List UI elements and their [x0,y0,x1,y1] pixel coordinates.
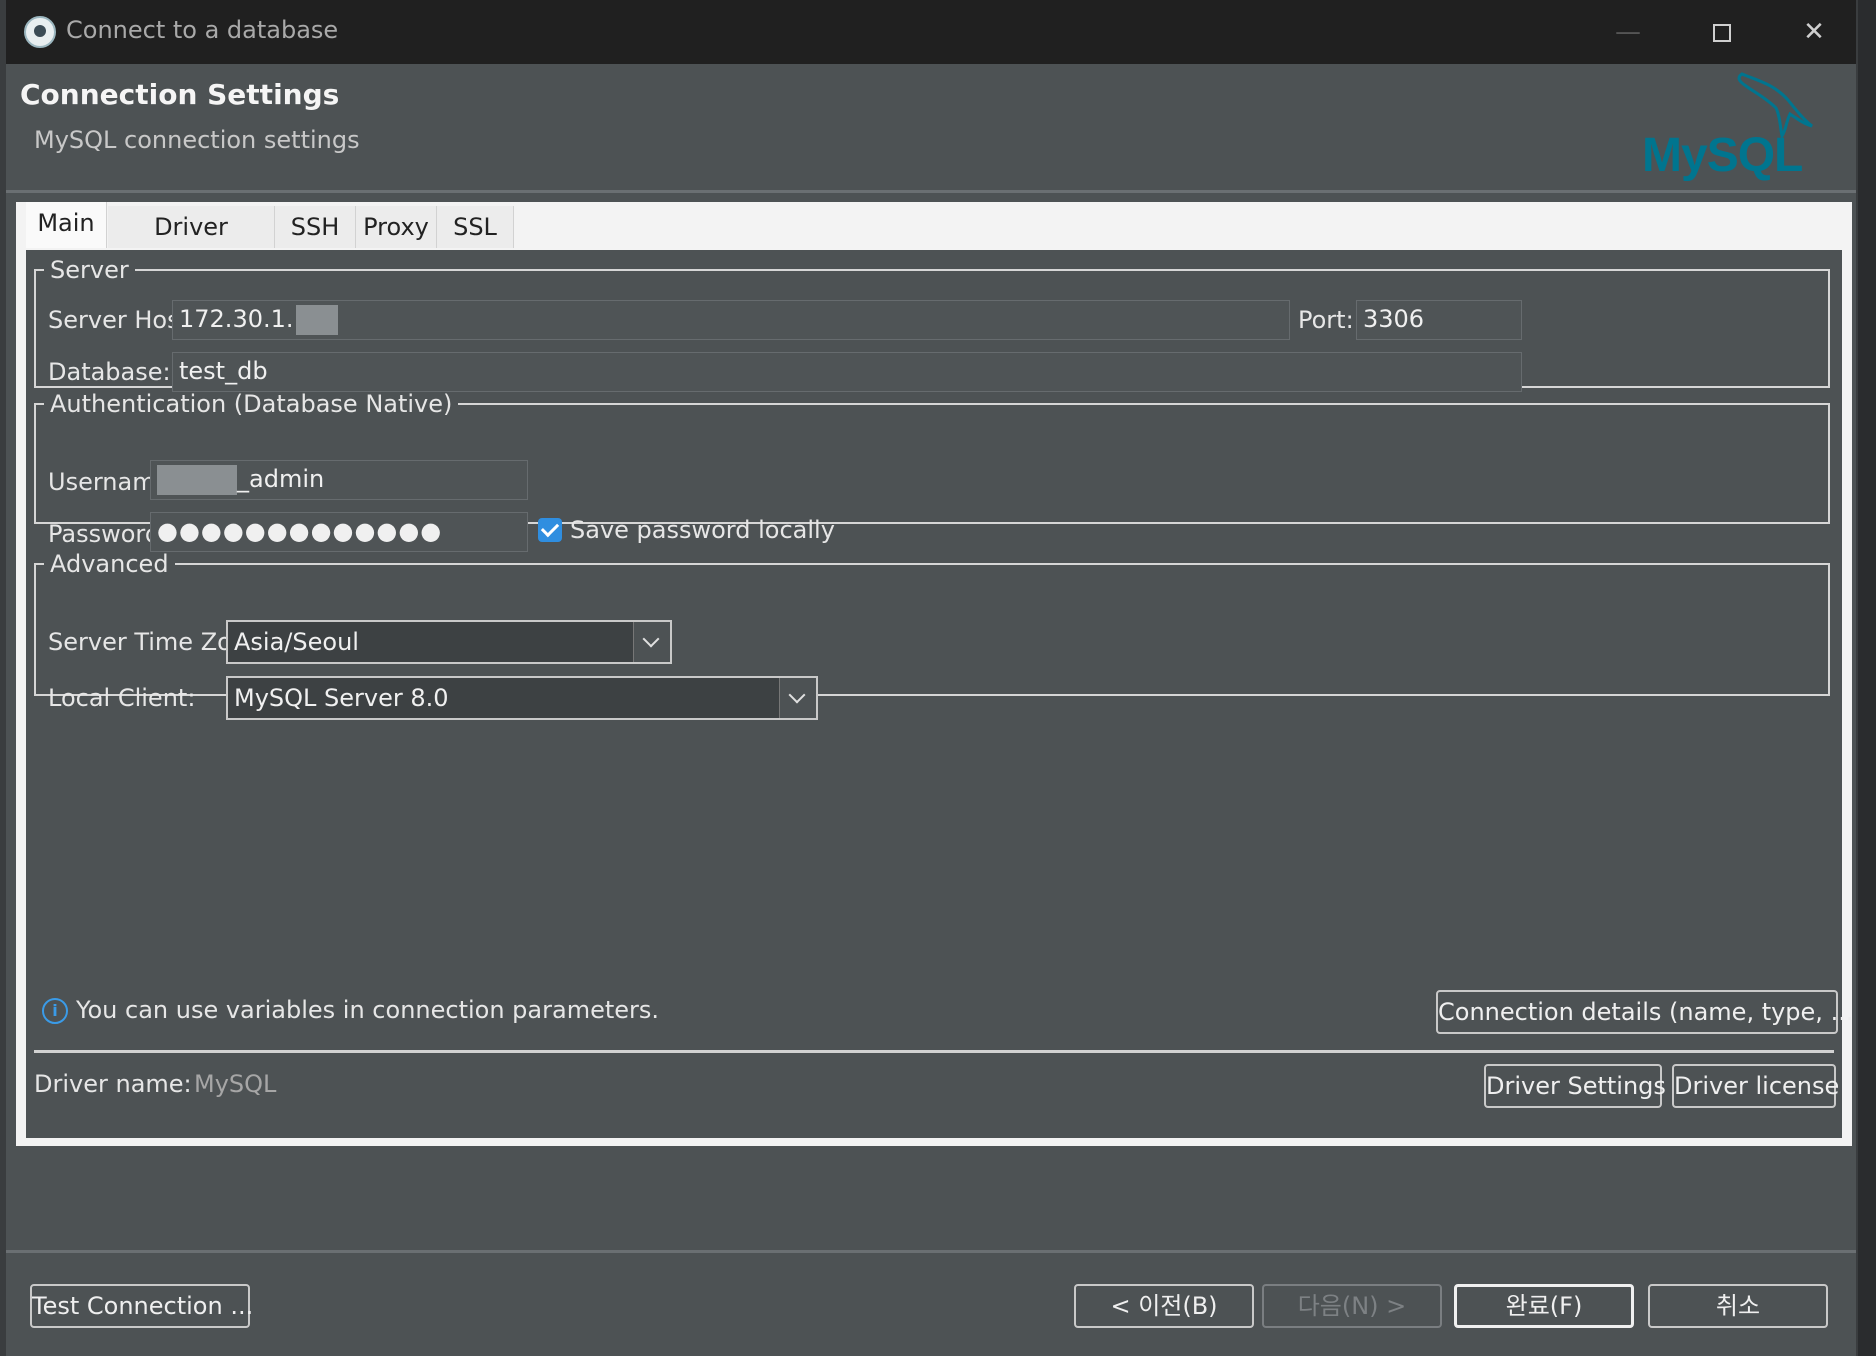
port-input[interactable]: 3306 [1356,300,1522,340]
redacted-block [157,465,237,495]
local-client-select[interactable]: MySQL Server 8.0 [226,676,818,720]
auth-group: Authentication (Database Native) [34,390,1830,524]
database-input[interactable]: test_db [172,352,1522,392]
auth-group-legend: Authentication (Database Native) [50,390,453,418]
password-input[interactable]: ●●●●●●●●●●●●● [150,512,528,552]
connection-details-button[interactable]: Connection details (name, type, ... ) [1436,990,1870,1034]
tab-driver-properties[interactable]: Driver properties [108,206,275,283]
save-password-label[interactable]: Save password locally [570,516,835,544]
mysql-logo-text: MySQL [1642,129,1803,182]
variables-hint: You can use variables in connection para… [76,996,660,1024]
settings-panel: Main Driver properties SSH Proxy SSL Ser… [16,202,1870,1146]
driver-license-button[interactable]: Driver license [1672,1064,1839,1108]
minimize-button[interactable]: — [1600,10,1656,54]
advanced-group-legend: Advanced [50,550,169,578]
page-subtitle: MySQL connection settings [34,126,360,154]
chevron-down-icon[interactable] [633,622,670,662]
maximize-icon [1713,23,1731,42]
database-label: Database: [48,358,171,386]
tab-ssl[interactable]: SSL [437,206,514,248]
driver-name-label: Driver name: [34,1070,192,1098]
tab-proxy[interactable]: Proxy [356,206,437,248]
server-group-legend: Server [50,256,129,284]
driver-settings-button[interactable]: Driver Settings [1484,1064,1666,1108]
window-title: Connect to a database [66,16,339,44]
mysql-logo: MySQL [1636,70,1836,182]
tab-main[interactable]: Main [26,202,107,248]
test-connection-button[interactable]: Test Connection ... [30,1284,253,1328]
finish-button[interactable]: 완료(F) [1454,1284,1634,1328]
background-window-edge [1858,0,1876,1356]
dbeaver-app-icon [24,16,56,48]
port-label: Port: [1298,306,1354,334]
server-host-input[interactable]: 172.30.1. [172,300,1290,340]
cancel-button[interactable]: 취소 [1648,1284,1828,1328]
close-button[interactable]: ✕ [1786,10,1842,54]
back-button[interactable]: < 이전(B) [1074,1284,1254,1328]
info-icon: i [42,998,68,1024]
page-title: Connection Settings [20,78,340,111]
connect-dialog: Connect to a database — ✕ Connection Set… [6,0,1870,1356]
username-input[interactable]: _admin [150,460,528,500]
footer-divider [6,1250,1856,1253]
divider [34,1050,1834,1053]
maximize-button[interactable] [1694,10,1750,54]
timezone-select[interactable]: Asia/Seoul [226,620,672,664]
title-bar: Connect to a database — ✕ [6,0,1856,64]
redacted-block [295,305,338,335]
tab-ssh[interactable]: SSH [275,206,356,248]
driver-name-value: MySQL [194,1070,277,1098]
save-password-checkbox[interactable] [538,518,562,542]
local-client-label: Local Client: [48,684,196,712]
next-button[interactable]: 다음(N) > [1262,1284,1442,1328]
wizard-header: Connection Settings MySQL connection set… [6,64,1856,193]
chevron-down-icon[interactable] [779,678,816,718]
main-tab-content: Server Server Host: 172.30.1. Port: 3306… [26,250,1870,1138]
